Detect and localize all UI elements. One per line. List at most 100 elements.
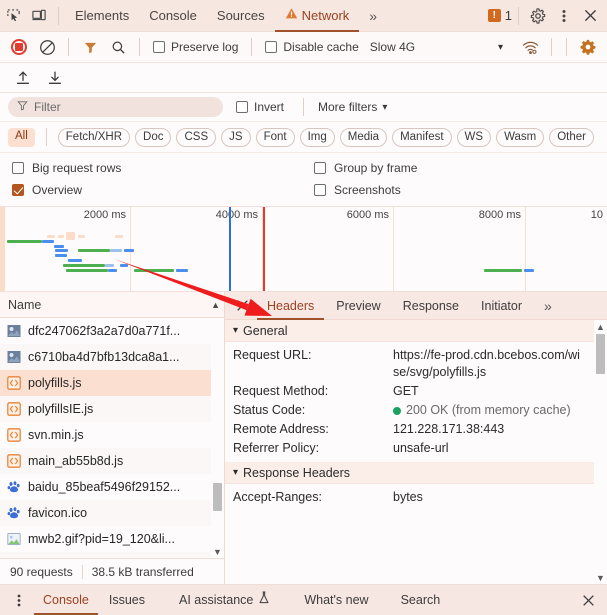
request-row[interactable]: mwb2.gif?pid=19_120&li... [0, 526, 224, 552]
script-icon [6, 402, 21, 417]
image-icon [6, 532, 21, 547]
tab-sources-label: Sources [216, 7, 265, 23]
warning-icon: ! [487, 9, 501, 22]
request-list-scrollbar[interactable]: ▼ [211, 318, 224, 558]
tab-console[interactable]: Console [139, 0, 207, 32]
type-chip-css[interactable]: CSS [176, 127, 217, 147]
throttle-caret[interactable]: ▾ [494, 42, 507, 53]
favicon-paw-icon [6, 506, 21, 521]
gear-icon[interactable] [525, 3, 551, 29]
close-icon[interactable] [577, 3, 603, 29]
request-row[interactable]: favicon.ico [0, 500, 224, 526]
request-row[interactable]: polyfills.js [0, 370, 224, 396]
nettool-divider-3 [251, 38, 253, 56]
favicon-paw-icon [6, 480, 21, 495]
type-chip-wasm[interactable]: Wasm [496, 127, 545, 147]
group-by-frame-label: Group by frame [334, 161, 418, 175]
details-section-header[interactable]: ▾ Response Headers [225, 462, 594, 484]
chip-divider [45, 128, 47, 146]
type-chip-manifest[interactable]: Manifest [392, 127, 452, 147]
warning-triangle-icon [285, 0, 298, 32]
wifi-conditions-icon[interactable] [517, 34, 543, 60]
drawer-tab-issues-label: Issues [108, 592, 146, 607]
tab-response[interactable]: Response [393, 292, 469, 320]
tab-sources[interactable]: Sources [207, 0, 275, 32]
filter-icon[interactable] [77, 34, 103, 60]
overview-tick-label: 2000 ms [83, 209, 126, 221]
close-details-icon[interactable] [229, 293, 255, 319]
scroll-down-arrow-icon[interactable]: ▼ [211, 545, 224, 558]
drawer-close-icon[interactable] [575, 587, 601, 613]
request-list-scroll-thumb[interactable] [213, 483, 222, 511]
network-toolbar: Preserve log Disable cache Slow 4G ▾ [0, 32, 607, 63]
search-icon[interactable] [105, 34, 131, 60]
request-list-header[interactable]: Name ▲ [0, 292, 224, 318]
more-filters-dropdown[interactable]: More filters ▾ [318, 100, 387, 114]
request-row[interactable]: mwb2.gif?pid=19_120&li... [0, 552, 224, 558]
details-scroll-thumb[interactable] [596, 334, 605, 374]
type-chip-doc[interactable]: Doc [135, 127, 172, 147]
tab-headers[interactable]: Headers [257, 292, 324, 320]
request-row[interactable]: dfc247062f3a2a7d0a771f... [0, 318, 224, 344]
request-list[interactable]: dfc247062f3a2a7d0a771f... c6710ba4d7bfb13… [0, 318, 224, 558]
preserve-log-checkbox[interactable]: Preserve log [148, 40, 243, 54]
details-scrollbar[interactable]: ▲ ▼ [594, 320, 607, 584]
type-chip-all[interactable]: All [8, 127, 35, 147]
type-chip-media[interactable]: Media [339, 127, 388, 147]
overview-checkbox[interactable]: Overview [0, 183, 310, 197]
clear-button[interactable] [34, 34, 60, 60]
tab-network[interactable]: Network [275, 0, 360, 32]
tab-elements[interactable]: Elements [65, 0, 139, 32]
drawer-tab-whats-new[interactable]: What's new [295, 585, 377, 615]
drawer-kebab-icon[interactable] [6, 587, 32, 613]
request-details-pane: Headers Preview Response Initiator » ▾ Ge… [225, 292, 607, 584]
sort-asc-icon[interactable]: ▲ [211, 300, 220, 310]
details-section-title: General [243, 323, 288, 338]
invert-checkbox[interactable]: Invert [231, 100, 289, 114]
export-har-icon[interactable] [42, 65, 68, 91]
type-chip-ws[interactable]: WS [456, 127, 492, 147]
kebab-menu-icon[interactable] [551, 3, 577, 29]
type-chip-other[interactable]: Other [549, 127, 594, 147]
screenshots-box [314, 184, 326, 196]
inspect-element-icon[interactable] [0, 3, 26, 29]
device-toolbar-icon[interactable] [26, 3, 52, 29]
warning-badge[interactable]: ! 1 [487, 8, 512, 23]
disable-cache-checkbox[interactable]: Disable cache [260, 40, 363, 54]
request-row[interactable]: svn.min.js [0, 422, 224, 448]
drawer-tab-issues[interactable]: Issues [100, 585, 154, 615]
big-request-rows-checkbox[interactable]: Big request rows [0, 161, 310, 175]
request-row[interactable]: c6710ba4d7bfb13dca8a1... [0, 344, 224, 370]
details-scroll-down-icon[interactable]: ▼ [594, 571, 607, 584]
group-by-frame-checkbox[interactable]: Group by frame [310, 161, 417, 175]
drawer-tab-search[interactable]: Search [392, 585, 450, 615]
drawer-tab-ai-assistance[interactable]: AI assistance [170, 585, 279, 615]
more-tabs-button[interactable]: » [359, 0, 385, 32]
drawer-tabbar: Console Issues AI assistance What's new … [0, 584, 607, 615]
throttle-select[interactable]: Slow 4G [366, 40, 419, 54]
drawer-tab-console[interactable]: Console [34, 585, 98, 615]
network-overview-timeline[interactable]: 2000 ms 4000 ms 6000 ms 8000 ms 10 [0, 207, 607, 292]
request-row[interactable]: polyfillsIE.js [0, 396, 224, 422]
request-row[interactable]: main_ab55b8d.js [0, 448, 224, 474]
overview-band [484, 269, 522, 272]
type-chip-js[interactable]: JS [221, 127, 251, 147]
details-scroll-up-icon[interactable]: ▲ [594, 320, 607, 333]
chevron-down-icon: ▾ [233, 467, 239, 478]
tab-initiator[interactable]: Initiator [471, 292, 532, 320]
details-section-header[interactable]: ▾ General [225, 320, 594, 342]
request-row[interactable]: baidu_85beaf5496f29152... [0, 474, 224, 500]
type-chip-font[interactable]: Font [255, 127, 295, 147]
details-body[interactable]: ▾ General Request URL: https://fe-prod.cdn.… [225, 320, 607, 584]
import-har-icon[interactable] [10, 65, 36, 91]
overview-tick-label: 10 [590, 209, 603, 221]
record-button[interactable] [6, 34, 32, 60]
filter-input[interactable]: Filter [8, 97, 223, 117]
warning-count: 1 [504, 8, 512, 23]
network-settings-gear-icon[interactable] [575, 34, 601, 60]
type-chip-fetch-xhr[interactable]: Fetch/XHR [57, 127, 131, 147]
type-chip-img[interactable]: Img [299, 127, 335, 147]
tab-preview[interactable]: Preview [326, 292, 390, 320]
details-more-tabs[interactable]: » [534, 292, 560, 320]
screenshots-checkbox[interactable]: Screenshots [310, 183, 401, 197]
